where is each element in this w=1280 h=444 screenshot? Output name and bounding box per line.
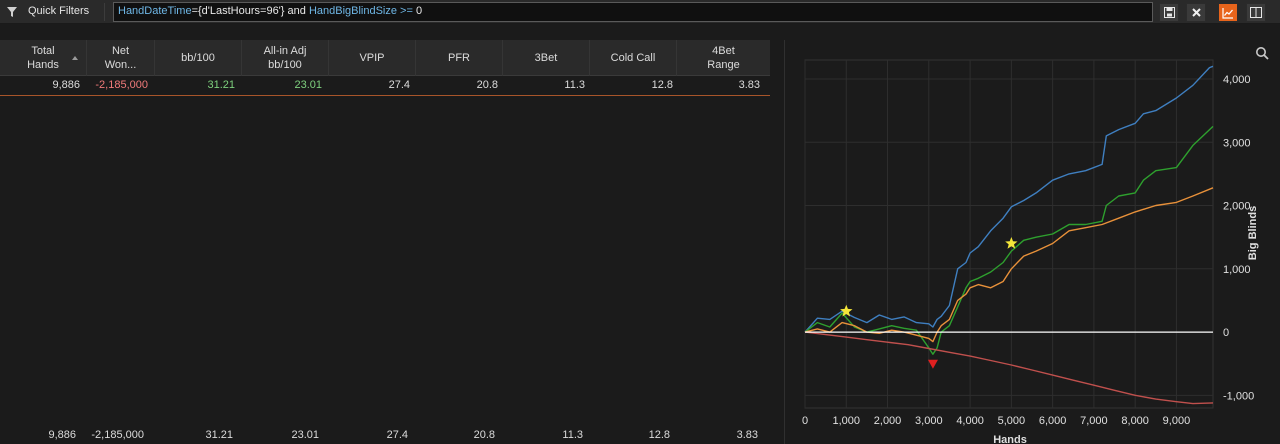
column-header-line: Total [31,45,55,57]
x-tick-label: 3,000 [915,415,943,427]
line-chart-icon [1222,7,1233,19]
cell-total-hands: 9,886 [52,79,80,91]
quick-filters-label[interactable]: Quick Filters [28,5,89,17]
filter-expression-input[interactable]: HandDateTime={d'LastHours=96'} and HandB… [113,2,1153,22]
column-header-line: VPIP [359,52,385,64]
total-cold-call: 12.8 [648,429,670,441]
column-header-4bet-range[interactable]: 4Bet Range [677,40,770,76]
column-header-line: Hands [27,59,59,71]
winnings-graph: 0 1,000 2,000 3,000 4,000 5,000 6,000 7,000 8,00… [802,47,1269,444]
cell-vpip: 27.4 [388,79,410,91]
cell-net-won: -2,185,000 [95,79,148,91]
close-icon [1191,8,1201,17]
table-row[interactable]: 9,886 -2,185,000 31.21 23.01 27.4 20.8 1… [0,76,770,96]
column-header-line: Cold Call [610,52,656,64]
cell-4bet-range: 3.83 [738,79,760,91]
column-header-vpip[interactable]: VPIP [329,40,416,76]
y-axis-label: Big Blinds [1247,206,1259,260]
y-tick-label: 4,000 [1223,74,1251,86]
total-pfr: 20.8 [473,429,495,441]
filter-icon[interactable] [6,6,18,18]
cell-pfr: 20.8 [476,79,498,91]
y-tick-label: 0 [1223,327,1229,339]
toolbar-divider [104,3,105,21]
cell-cold-call: 12.8 [651,79,673,91]
cell-3bet: 11.3 [564,79,585,91]
cell-allin-adj-bb100: 23.01 [294,79,322,91]
x-axis-label: Hands [993,434,1027,444]
y-tick-label: 1,000 [1223,264,1251,276]
x-tick-label: 6,000 [1039,415,1067,427]
column-header-pfr[interactable]: PFR [416,40,503,76]
panel-layout-icon [1250,7,1262,18]
column-header-line: 4Bet [712,45,735,57]
filter-value: 0 [415,5,423,17]
graph-toggle-button[interactable] [1218,3,1238,22]
filter-key-big-blind-size: HandBigBlindSize [308,5,397,17]
x-axis-ticks: 0 1,000 2,000 3,000 4,000 5,000 6,000 7,000 8,00… [802,415,1190,427]
column-header-line: Net [111,45,130,57]
x-tick-label: 4,000 [956,415,984,427]
filter-operator: >= [397,5,416,17]
stats-table-header: Total Hands Net Won... bb/100 All-in Adj bb… [0,40,770,76]
x-tick-label: 0 [802,415,808,427]
column-header-line: Range [707,59,740,71]
column-header-line: Won... [104,59,137,71]
totals-row: 9,886 -2,185,000 31.21 23.01 27.4 20.8 1… [0,426,770,444]
y-tick-label: -1,000 [1223,390,1254,402]
filter-text: ={d'LastHours=96'} and [191,5,309,17]
total-net-won: -2,185,000 [91,429,144,441]
x-tick-label: 2,000 [874,415,902,427]
x-tick-label: 1,000 [833,415,861,427]
column-header-line: 3Bet [534,52,558,64]
x-tick-label: 7,000 [1080,415,1108,427]
save-icon [1163,7,1175,18]
column-header-line: bb/100 [268,59,302,71]
total-4bet-range: 3.83 [736,429,758,441]
total-vpip: 27.4 [386,429,408,441]
total-allin-adj-bb100: 23.01 [291,429,319,441]
total-3bet: 11.3 [562,429,583,441]
save-filter-button[interactable] [1159,3,1179,22]
column-header-line: bb/100 [181,52,215,64]
cell-bb100: 31.21 [207,79,235,91]
column-header-line: PFR [448,52,470,64]
zoom-icon[interactable] [1256,47,1269,60]
toolbar: Quick Filters HandDateTime={d'LastHours=… [0,0,1280,24]
x-tick-label: 5,000 [998,415,1026,427]
column-header-allin-adj-bb100[interactable]: All-in Adj bb/100 [242,40,329,76]
column-header-3bet[interactable]: 3Bet [503,40,590,76]
filter-key-hand-date-time: HandDateTime [118,5,192,17]
column-header-cold-call[interactable]: Cold Call [590,40,677,76]
x-tick-label: 8,000 [1121,415,1149,427]
column-header-total-hands[interactable]: Total Hands [0,40,87,76]
total-total-hands: 9,886 [48,429,76,441]
y-tick-label: 3,000 [1223,137,1251,149]
column-header-bb100[interactable]: bb/100 [155,40,242,76]
clear-filter-button[interactable] [1186,3,1206,22]
total-bb100: 31.21 [205,429,233,441]
layout-toggle-button[interactable] [1246,3,1266,22]
column-header-line: All-in Adj [263,45,307,57]
sort-ascending-icon [72,56,78,60]
column-header-net-won[interactable]: Net Won... [87,40,155,76]
x-tick-label: 9,000 [1163,415,1191,427]
